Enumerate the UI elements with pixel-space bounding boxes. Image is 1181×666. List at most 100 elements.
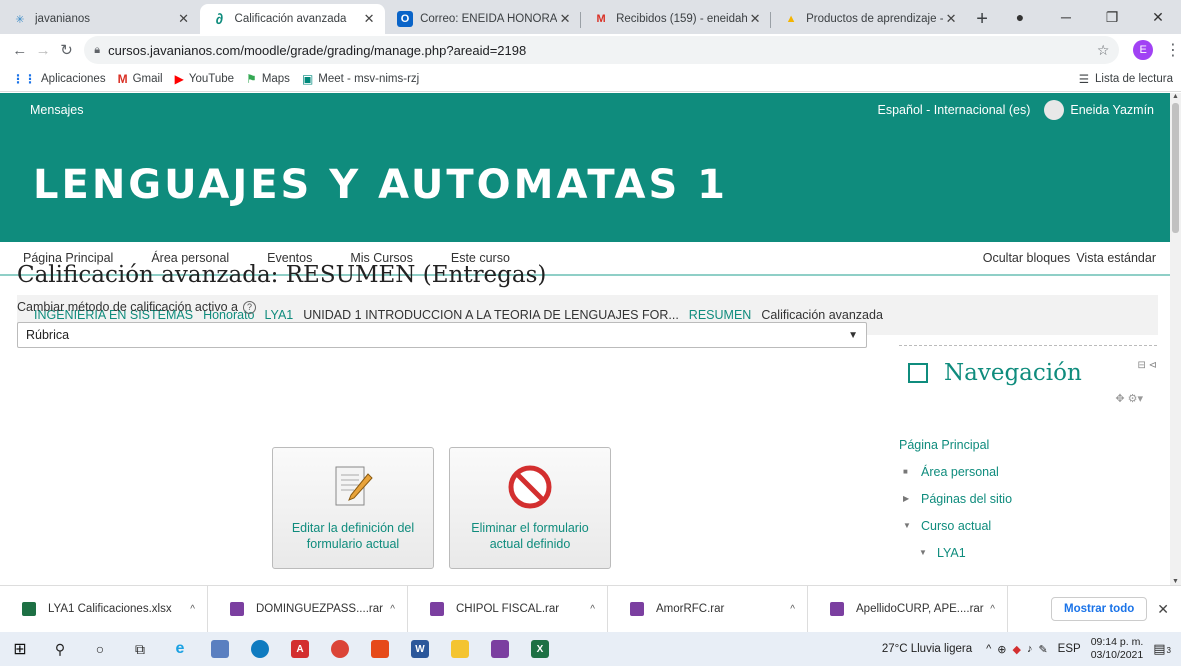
page-scrollbar[interactable]: ▲ ▼ [1170,93,1181,585]
gmail-icon: M [117,71,128,86]
chevron-up-icon[interactable]: ^ [390,604,395,615]
block-collapse-icon[interactable]: ⊟ ⊲ [1137,360,1157,371]
scrollbar-thumb[interactable] [1172,103,1179,233]
search-button[interactable]: ⚲ [40,632,80,666]
nav-tree-item[interactable]: ▼ Curso actual [899,512,1157,539]
browser-menu-icon[interactable]: ⋮ [1165,40,1181,60]
language-selector[interactable]: Español - Internacional (es) [878,103,1031,117]
lock-icon[interactable]: 🔒︎ [94,44,100,57]
cortana-button[interactable]: ○ [80,632,120,666]
user-menu[interactable]: Eneida Yazmín [1044,100,1154,120]
notification-count: 3 [1166,646,1171,655]
network-icon[interactable]: ⊕ [997,643,1006,656]
pen-icon[interactable]: ✎ [1038,643,1047,656]
bookmark-meet[interactable]: ▣ Meet - msv-nims-rzj [302,72,419,86]
taskbar-app[interactable] [320,632,360,666]
main-content: Calificación avanzada: RESUMEN (Entregas… [17,262,867,348]
delete-form-button[interactable]: Eliminar el formulario actual definido [449,447,611,569]
close-tab-icon[interactable]: ✕ [747,11,763,27]
chevron-up-icon[interactable]: ^ [590,604,595,615]
bookmark-maps[interactable]: ⚑ Maps [246,72,290,86]
close-icon[interactable]: ✕ [1157,601,1169,618]
browser-tab-active[interactable]: ∂ Calificación avanzada ✕ [199,4,386,34]
nav-tree-item[interactable]: Página Principal [899,431,1157,458]
browser-tab[interactable]: ▲ Productos de aprendizaje - G ✕ [771,4,967,34]
reload-icon[interactable]: ↻ [55,41,78,59]
method-label: Cambiar método de calificación activo a [17,300,238,314]
taskbar-app[interactable] [360,632,400,666]
outlook-icon: O [397,11,414,27]
edit-definition-button[interactable]: Editar la definición del formulario actu… [272,447,434,569]
weather-widget[interactable]: 27°C Lluvia ligera [882,643,972,655]
bookmark-label: Meet - msv-nims-rzj [318,72,420,85]
volume-icon[interactable]: ♪ [1027,643,1033,656]
bookmark-youtube[interactable]: ▶ YouTube [175,72,234,86]
bookmark-gmail[interactable]: M Gmail [118,72,163,86]
profile-avatar[interactable]: E [1133,40,1153,60]
start-button[interactable]: ⊞ [0,632,40,666]
close-tab-icon[interactable]: ✕ [176,11,192,27]
download-item[interactable]: CHIPOL FISCAL.rar ^ [408,585,608,633]
task-view-button[interactable]: ⧉ [120,632,160,666]
standard-view-link[interactable]: Vista estándar [1076,251,1156,265]
browser-tab[interactable]: O Correo: ENEIDA HONORATO ✕ [385,4,582,34]
tab-search-icon[interactable]: ● [997,9,1043,25]
clock[interactable]: 09:14 p. m. 03/10/2021 [1091,636,1144,662]
block-divider [899,345,1157,346]
show-all-downloads-button[interactable]: Mostrar todo [1050,597,1148,621]
address-bar[interactable]: 🔒︎ cursos.javanianos.com/moodle/grade/gr… [84,36,1120,64]
download-item[interactable]: LYA1 Calificaciones.xlsx ^ [0,585,208,633]
chevron-down-icon: ▼ [848,329,858,341]
taskbar-app[interactable] [480,632,520,666]
taskbar-app[interactable] [200,632,240,666]
gmail-icon: M [596,13,606,25]
help-icon[interactable]: ? [242,300,256,314]
taskbar-app[interactable] [240,632,280,666]
moodle-icon: ∂ [215,10,224,28]
browser-tab[interactable]: M Recibidos (159) - eneidahono ✕ [581,4,772,34]
download-shelf: LYA1 Calificaciones.xlsx ^ DOMINGUEZPASS… [0,585,1181,633]
apps-grid-icon: ⋮⋮ [12,71,36,86]
close-window-icon[interactable]: ✕ [1135,9,1181,26]
taskbar-app[interactable]: X [520,632,560,666]
chevron-up-icon[interactable]: ^ [986,643,991,656]
forward-icon[interactable]: → [31,42,54,59]
security-icon[interactable]: ◆ [1012,643,1020,656]
download-item[interactable]: ApellidoCURP, APE....rar ^ [808,585,1008,633]
download-item[interactable]: AmorRFC.rar ^ [608,585,808,633]
close-tab-icon[interactable]: ✕ [943,11,959,27]
rar-file-icon [630,602,644,616]
restore-icon[interactable]: ❐ [1089,9,1135,26]
scroll-down-icon[interactable]: ▼ [1172,578,1179,585]
notification-center-icon[interactable]: ▤3 [1153,641,1171,657]
block-actions-icon[interactable]: ✥ ⚙▾ [899,392,1157,405]
chevron-up-icon[interactable]: ^ [990,604,995,615]
nav-tree-item[interactable]: ■ Área personal [899,458,1157,485]
close-tab-icon[interactable]: ✕ [557,11,573,27]
reading-list-button[interactable]: ☰ Lista de lectura [1079,72,1173,86]
grading-method-select[interactable]: Rúbrica ▼ [17,322,867,348]
messages-link[interactable]: Mensajes [30,103,84,117]
chevron-up-icon[interactable]: ^ [790,604,795,615]
minimize-icon[interactable]: ─ [1043,9,1089,25]
back-icon[interactable]: ← [8,42,31,59]
rar-file-icon [230,602,244,616]
bookmark-star-icon[interactable]: ☆ [1097,42,1110,59]
hide-blocks-link[interactable]: Ocultar bloques [983,251,1071,265]
taskbar-app[interactable]: W [400,632,440,666]
language-indicator[interactable]: ESP [1058,643,1081,655]
scroll-up-icon[interactable]: ▲ [1172,93,1179,100]
browser-tab[interactable]: ✳ javanianos ✕ [0,4,200,34]
bookmark-apps[interactable]: ⋮⋮ Aplicaciones [12,72,106,86]
taskbar-app[interactable]: A [280,632,320,666]
taskbar-app[interactable]: e [160,632,200,666]
close-tab-icon[interactable]: ✕ [361,11,377,27]
download-name: ApellidoCURP, APE....rar [856,603,984,615]
download-item[interactable]: DOMINGUEZPASS....rar ^ [208,585,408,633]
nav-tree-item[interactable]: ▼ LYA1 [899,539,1157,566]
taskbar-app[interactable] [440,632,480,666]
drive-icon: ▲ [785,13,797,25]
new-tab-button[interactable]: + [967,4,997,34]
chevron-up-icon[interactable]: ^ [190,604,195,615]
nav-tree-item[interactable]: ▶ Páginas del sitio [899,485,1157,512]
